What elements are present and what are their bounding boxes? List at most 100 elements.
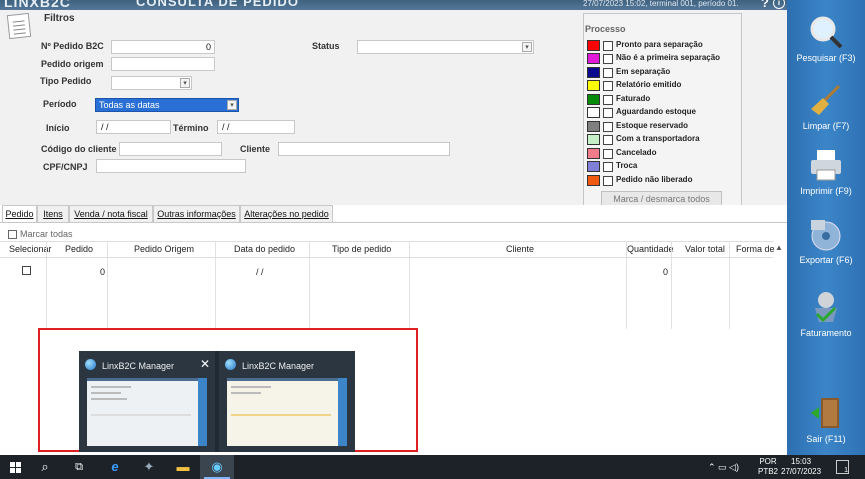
processo-checkbox[interactable] xyxy=(603,41,613,51)
export-disc-icon xyxy=(809,217,843,251)
row-select-checkbox[interactable] xyxy=(22,266,31,275)
cliente-label: Cliente xyxy=(240,144,271,154)
status-color-swatch xyxy=(587,107,600,118)
system-clock[interactable]: 15:03 27/07/2023 xyxy=(781,457,821,477)
processo-label: Cancelado xyxy=(616,148,657,157)
thumbnail-line xyxy=(91,398,127,400)
termino-input[interactable]: / / xyxy=(217,120,295,134)
scroll-up-arrow-icon[interactable]: ▲ xyxy=(775,243,783,252)
periodo-select[interactable]: Todas as datas ▾ xyxy=(95,98,239,112)
processo-item[interactable]: Aguardando estoque xyxy=(587,107,742,119)
processo-item[interactable]: Cancelado xyxy=(587,148,742,160)
thumbnail-title: LinxB2C Manager xyxy=(102,361,175,371)
sair-button[interactable]: Sair (F11) xyxy=(787,396,865,444)
nro-pedido-input[interactable]: 0 xyxy=(111,40,215,54)
processo-item[interactable]: Estoque reservado xyxy=(587,121,742,133)
processo-checkbox[interactable] xyxy=(603,95,613,105)
row-quantidade: 0 xyxy=(663,267,669,277)
col-tipo-pedido[interactable]: Tipo de pedido xyxy=(332,244,391,254)
close-icon[interactable]: ✕ xyxy=(200,357,210,371)
tipo-pedido-select[interactable]: ▾ xyxy=(111,76,192,90)
thumbnail-header xyxy=(227,378,338,381)
tab-venda-nota-fiscal[interactable]: Venda / nota fiscal xyxy=(69,205,153,223)
tab-itens[interactable]: Itens xyxy=(37,205,69,223)
col-valor-total[interactable]: Valor total xyxy=(685,244,725,254)
thumbnail-line xyxy=(231,414,331,416)
col-divider xyxy=(309,241,310,329)
cpf-label: CPF/CNPJ xyxy=(43,162,88,172)
col-pedido-origem[interactable]: Pedido Origem xyxy=(134,244,194,254)
processo-label: Faturado xyxy=(616,94,651,103)
linxb2c-taskbar-icon[interactable]: ◉ xyxy=(200,455,234,479)
edge-browser-icon[interactable]: e xyxy=(98,455,132,479)
thumbnail-line xyxy=(91,386,131,388)
marcar-todas-label: Marcar todas xyxy=(20,229,73,239)
inicio-input[interactable]: / / xyxy=(96,120,171,134)
info-icon[interactable]: i xyxy=(773,0,785,9)
status-color-swatch xyxy=(587,148,600,159)
tab-alteracoes-pedido[interactable]: Alterações no pedido xyxy=(240,205,333,223)
col-quantidade[interactable]: Quantidade xyxy=(627,244,674,254)
processo-checkbox[interactable] xyxy=(603,176,613,186)
window-thumbnail-1[interactable]: LinxB2C Manager xyxy=(79,351,215,452)
processo-item[interactable]: Faturado xyxy=(587,94,742,106)
session-status: 27/07/2023 15:02, terminal 001, período … xyxy=(583,0,739,8)
processo-checkbox[interactable] xyxy=(603,81,613,91)
windows-start-icon[interactable] xyxy=(10,462,22,474)
col-pedido[interactable]: Pedido xyxy=(65,244,93,254)
processo-label: Estoque reservado xyxy=(616,121,689,130)
codigo-cliente-input[interactable] xyxy=(119,142,222,156)
pedido-origem-input[interactable] xyxy=(111,57,215,71)
col-data-pedido[interactable]: Data do pedido xyxy=(234,244,295,254)
processo-item[interactable]: Com a transportadora xyxy=(587,134,742,146)
window-title: CONSULTA DE PEDIDO xyxy=(136,0,299,9)
processo-checkbox[interactable] xyxy=(603,149,613,159)
processo-item[interactable]: Relatório emitido xyxy=(587,80,742,92)
exit-door-icon xyxy=(809,396,843,430)
pesquisar-label: Pesquisar (F3) xyxy=(796,53,856,63)
tab-pedido[interactable]: Pedido xyxy=(2,205,37,223)
col-divider xyxy=(46,241,47,329)
printer-icon xyxy=(809,148,843,182)
language-code: POR xyxy=(759,457,777,466)
notification-icon[interactable]: 1 xyxy=(836,460,849,474)
pesquisar-button[interactable]: Pesquisar (F3) xyxy=(787,15,865,63)
exportar-label: Exportar (F6) xyxy=(799,255,853,265)
col-divider xyxy=(409,241,410,329)
language-indicator[interactable]: POR PTB2 xyxy=(758,457,778,477)
keyboard-layout: PTB2 xyxy=(758,467,779,476)
app-globe-icon xyxy=(225,359,236,370)
status-select[interactable]: ▾ xyxy=(357,40,534,54)
processo-checkbox[interactable] xyxy=(603,108,613,118)
processo-item[interactable]: Não é a primeira separação xyxy=(587,53,742,65)
faturamento-button[interactable]: Faturamento xyxy=(787,290,865,338)
imprimir-button[interactable]: Imprimir (F9) xyxy=(787,148,865,196)
processo-checkbox[interactable] xyxy=(603,162,613,172)
marcar-todas-checkbox[interactable] xyxy=(8,230,17,239)
search-icon[interactable]: ⌕ xyxy=(28,455,62,479)
col-forma-de[interactable]: Forma de xyxy=(736,244,775,254)
processo-item[interactable]: Pronto para separação xyxy=(587,40,742,52)
col-cliente[interactable]: Cliente xyxy=(506,244,534,254)
limpar-button[interactable]: Limpar (F7) xyxy=(787,83,865,131)
cliente-input[interactable] xyxy=(278,142,450,156)
pedido-origem-label: Pedido origem xyxy=(41,59,104,69)
processo-checkbox[interactable] xyxy=(603,122,613,132)
processo-checkbox[interactable] xyxy=(603,135,613,145)
file-explorer-icon[interactable]: ▬ xyxy=(166,455,200,479)
processo-item[interactable]: Troca xyxy=(587,161,742,173)
processo-item[interactable]: Pedido não liberado xyxy=(587,175,742,187)
processo-checkbox[interactable] xyxy=(603,54,613,64)
processo-checkbox[interactable] xyxy=(603,68,613,78)
tab-outras-informacoes[interactable]: Outras informações xyxy=(153,205,240,223)
filters-title: Filtros xyxy=(44,13,75,24)
window-thumbnail-2[interactable]: LinxB2C Manager xyxy=(219,351,355,452)
status-label: Status xyxy=(312,41,340,51)
exportar-button[interactable]: Exportar (F6) xyxy=(787,217,865,265)
processo-item[interactable]: Em separação xyxy=(587,67,742,79)
task-view-icon[interactable]: ⧉ xyxy=(62,455,96,479)
help-icon[interactable]: ? xyxy=(761,0,769,10)
cpf-input[interactable] xyxy=(96,159,246,173)
app-pinned-icon[interactable]: ✦ xyxy=(132,455,166,479)
system-tray-icons[interactable]: ⌃ ▭ ◁) xyxy=(708,462,739,473)
